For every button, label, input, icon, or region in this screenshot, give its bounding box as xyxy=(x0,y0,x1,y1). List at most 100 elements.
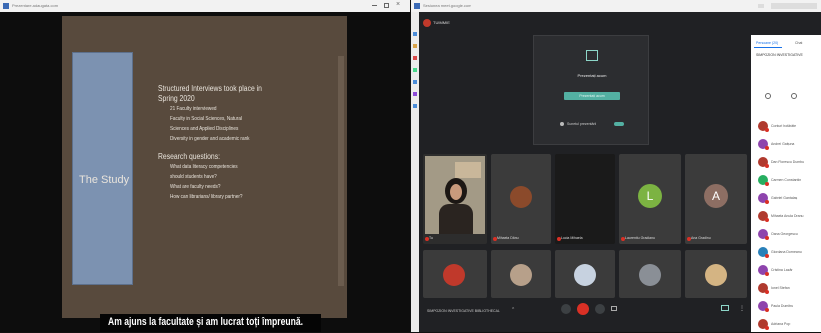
toolbar-icon[interactable] xyxy=(413,80,417,84)
participant-row[interactable]: Oana Georgescu xyxy=(751,229,821,243)
participant-avatar xyxy=(574,264,596,286)
mic-off-icon xyxy=(765,128,769,132)
toolbar-icon[interactable] xyxy=(413,56,417,60)
participant-row[interactable]: Paula Dumitru xyxy=(751,301,821,315)
participant-name: Cristina Lazăr xyxy=(771,268,793,272)
participant-name: Mihaela Anula Dranu xyxy=(771,214,804,218)
video-tile[interactable]: L Laurentiu Gradianu xyxy=(619,154,681,244)
browser-icon xyxy=(3,3,9,9)
slide-bullet: Structured Interviews took place in xyxy=(158,84,262,93)
present-now-button[interactable]: Prezentați acum xyxy=(564,92,620,100)
participant-avatar xyxy=(705,264,727,286)
present-title: Prezentați acum xyxy=(577,73,607,78)
self-video-frame xyxy=(425,156,485,234)
url-box[interactable] xyxy=(771,3,817,9)
meet-logo-icon xyxy=(423,19,431,27)
participant-avatar xyxy=(443,264,465,286)
toolbar-icon[interactable] xyxy=(413,68,417,72)
subtitle-box: Am ajuns la facultate și am lucrat toți … xyxy=(100,314,321,332)
toolbar-icon[interactable] xyxy=(413,92,417,96)
video-tile[interactable] xyxy=(491,250,551,298)
participant-row[interactable]: Adriana Pop xyxy=(751,319,821,333)
mic-off-icon xyxy=(765,182,769,186)
participant-name: Oana Georgescu xyxy=(771,232,798,236)
tile-name: Tu xyxy=(429,236,433,240)
participant-row[interactable]: Ionel Stefan xyxy=(751,283,821,297)
present-icon[interactable] xyxy=(721,305,729,311)
slide-sub-bullet: What data literacy competencies xyxy=(170,164,238,170)
participant-letter-avatar: A xyxy=(704,184,728,208)
mic-off-icon xyxy=(765,290,769,294)
person-body xyxy=(439,204,473,234)
minimize-icon[interactable] xyxy=(758,4,764,8)
person-face xyxy=(450,184,462,200)
participant-row[interactable]: Mihaela Anula Dranu xyxy=(751,211,821,225)
participant-letter-avatar: L xyxy=(638,184,662,208)
participant-row[interactable]: Gabriel Gantalaș xyxy=(751,193,821,207)
slide-sub-bullet: 21 Faculty interviewed xyxy=(170,106,217,112)
mic-off-icon xyxy=(765,326,769,330)
video-tile[interactable]: A Ana Gradinu xyxy=(685,154,747,244)
participant-name: Dan Florescu Dumbu xyxy=(771,160,805,164)
slide-scroll-strip xyxy=(338,56,344,286)
video-tile[interactable] xyxy=(619,250,681,298)
side-panel: Persoane (20) Chat SIMPOZION INVESTIGATI… xyxy=(751,35,821,332)
mic-off-icon xyxy=(765,254,769,258)
slide-sub-bullet: How can librarians/ library partner? xyxy=(170,194,243,200)
video-tile-self[interactable]: Tu xyxy=(423,154,487,244)
slide-sub-bullet: What are faculty needs? xyxy=(170,184,221,190)
participant-row[interactable]: Andrei Gaițuna xyxy=(751,139,821,153)
participant-name: Carmen Constantin xyxy=(771,178,802,182)
slide-accent-box xyxy=(72,52,133,285)
tile-name: Mihaela Dănu xyxy=(497,236,519,240)
presentation-audio-icon xyxy=(560,122,564,126)
participant-row[interactable]: Giordana Dorneanu xyxy=(751,247,821,261)
toolbar-icon[interactable] xyxy=(413,44,417,48)
video-tile[interactable]: Lucia Mihaela xyxy=(555,154,615,244)
right-title-bar: Sesiunea meet.google.com xyxy=(411,0,821,12)
left-toolbar xyxy=(411,12,419,332)
close-icon[interactable]: × xyxy=(396,1,400,8)
captions-icon[interactable] xyxy=(611,306,617,311)
people-tab[interactable]: Persoane (20) xyxy=(756,41,778,45)
participant-row[interactable]: Cristina Lazăr xyxy=(751,265,821,279)
mic-off-icon xyxy=(765,236,769,240)
tile-name: Laurentiu Gradianu xyxy=(625,236,655,240)
participant-name: Ionel Stefan xyxy=(771,286,790,290)
video-tile[interactable]: Mihaela Dănu xyxy=(491,154,551,244)
slide-sub-bullet: Diversity in gender and academic rank xyxy=(170,136,250,142)
meet-tab[interactable]: TUIMMIE xyxy=(423,18,457,28)
chevron-up-icon[interactable]: ⌃ xyxy=(511,307,515,313)
participant-row[interactable]: Dan Florescu Dumbu xyxy=(751,157,821,171)
meeting-name: SIMPOZION INVESTIGATIVE BIBLIOTHECAL xyxy=(427,309,500,313)
video-tile[interactable] xyxy=(685,250,747,298)
toolbar-icon[interactable] xyxy=(413,32,417,36)
browser-icon xyxy=(414,3,420,9)
mic-off-icon xyxy=(765,146,769,150)
present-screen-icon xyxy=(586,50,598,61)
participant-row[interactable]: Conturi hotărâte xyxy=(751,121,821,135)
panel-header: SIMPOZION INVESTIGATIVE xyxy=(756,53,803,57)
maximize-icon[interactable] xyxy=(384,3,389,8)
chat-tab[interactable]: Chat xyxy=(795,41,802,45)
toolbar-icon[interactable] xyxy=(413,104,417,108)
mic-button[interactable] xyxy=(561,304,571,314)
participant-name: Adriana Pop xyxy=(771,322,791,326)
participant-name: Giordana Dorneanu xyxy=(771,250,802,254)
camera-button[interactable] xyxy=(595,304,605,314)
slide-heading: The Study xyxy=(79,174,130,186)
mic-off-icon xyxy=(765,308,769,312)
more-options-icon[interactable]: ⋮ xyxy=(739,305,745,312)
leave-call-button[interactable] xyxy=(577,303,589,315)
left-window-title: Prezentare.adaugata.com xyxy=(12,3,59,8)
video-tile[interactable] xyxy=(423,250,487,298)
participant-row[interactable]: Carmen Constantin xyxy=(751,175,821,189)
presentation-audio-toggle[interactable] xyxy=(614,122,624,126)
present-now-button-label: Prezentați acum xyxy=(579,94,605,98)
slide: The Study Structured Interviews took pla… xyxy=(62,16,347,318)
participant-name: Conturi hotărâte xyxy=(771,124,797,128)
participant-name: Gabriel Gantalaș xyxy=(771,196,798,200)
slide-bullet: Research questions: xyxy=(158,152,220,161)
minimize-icon[interactable] xyxy=(372,5,377,6)
video-tile[interactable] xyxy=(555,250,615,298)
